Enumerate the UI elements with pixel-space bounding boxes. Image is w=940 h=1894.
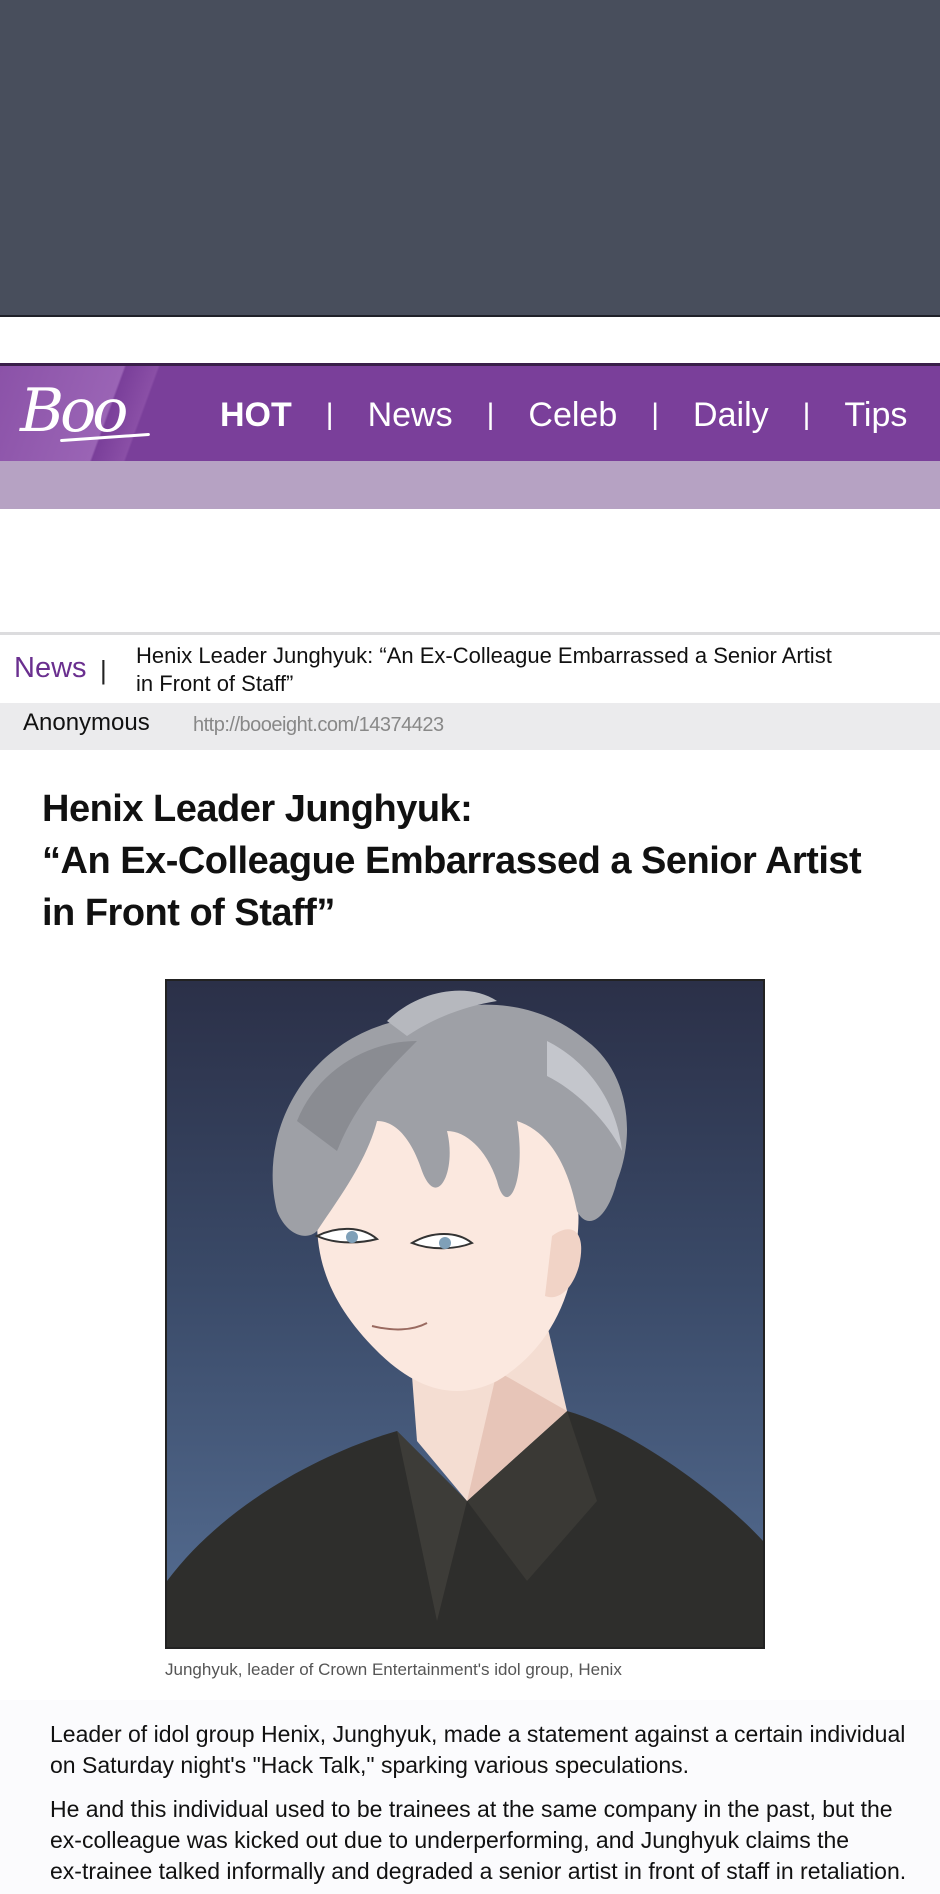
breadcrumb-section[interactable]: News (14, 652, 87, 685)
nav-separator: | (486, 398, 495, 431)
headline-line: in Front of Staff” (42, 892, 335, 934)
article-image (165, 979, 765, 1649)
author-name: Anonymous (23, 709, 150, 736)
headline-line: “An Ex-Colleague Embarrassed a Senior Ar… (42, 840, 862, 882)
nav-separator: | (651, 398, 660, 431)
article-headline: Henix Leader Junghyuk: “An Ex-Colleague … (42, 783, 872, 939)
image-caption: Junghyuk, leader of Crown Entertainment'… (165, 1660, 622, 1679)
breadcrumb-title: Henix Leader Junghyuk: “An Ex-Colleague … (136, 642, 906, 698)
nav-item-daily[interactable]: Daily (693, 396, 769, 435)
nav-item-news[interactable]: News (368, 396, 453, 435)
dark-top-background (0, 0, 940, 317)
headline-line: Henix Leader Junghyuk: (42, 788, 473, 830)
article-url[interactable]: http://booeight.com/14374423 (193, 714, 444, 737)
nav-separator: | (802, 398, 811, 431)
article-paragraph: Leader of idol group Henix, Junghyuk, ma… (50, 1719, 940, 1781)
paragraph-line: on Saturday night's "Hack Talk," sparkin… (50, 1752, 690, 1778)
article-paragraph: He and this individual used to be traine… (50, 1794, 940, 1887)
paragraph-line: Leader of idol group Henix, Junghyuk, ma… (50, 1721, 906, 1747)
paragraph-line: ex-trainee talked informally and degrade… (50, 1858, 907, 1884)
breadcrumb-title-line: Henix Leader Junghyuk: “An Ex-Colleague … (136, 643, 832, 668)
breadcrumb-title-line: in Front of Staff” (136, 671, 294, 696)
portrait-illustration (167, 990, 763, 1647)
nav-item-tips[interactable]: Tips (844, 396, 907, 435)
nav-menu: HOT | News | Celeb | Daily | Tips (220, 366, 907, 461)
nav-separator: | (325, 398, 334, 431)
site-navbar: Boo HOT | News | Celeb | Daily | Tips (0, 363, 940, 461)
nav-subbar (0, 461, 940, 509)
paragraph-line: ex-colleague was kicked out due to under… (50, 1827, 850, 1853)
article-header-rule (0, 632, 940, 635)
nav-item-hot[interactable]: HOT (220, 396, 292, 435)
nav-item-celeb[interactable]: Celeb (528, 396, 617, 435)
breadcrumb-separator: | (100, 655, 107, 685)
paragraph-line: He and this individual used to be traine… (50, 1796, 893, 1822)
